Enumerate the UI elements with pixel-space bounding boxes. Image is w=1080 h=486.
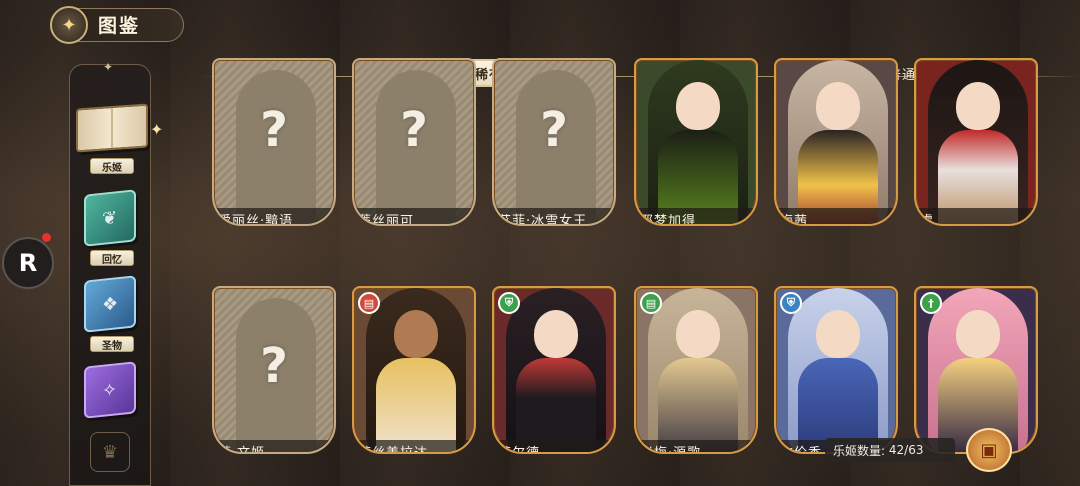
- card-character[interactable]: ▤ 莱丝美拉达: [352, 286, 476, 454]
- card-name: 艾菲·冰雪女王: [494, 208, 614, 224]
- sidebar-item-relics[interactable]: ❖ 圣物: [76, 275, 146, 358]
- card-locked[interactable]: ? 爱丽丝·黯语: [212, 58, 336, 226]
- collection-count-value: 42/63: [888, 443, 924, 457]
- question-mark-icon: ?: [260, 102, 288, 158]
- card-locked[interactable]: ? 蒂丝丽可: [352, 58, 476, 226]
- treasure-chest-icon[interactable]: ▣: [966, 428, 1012, 472]
- collection-count: 乐姬数量: 42/63: [825, 438, 955, 462]
- card-name: 蔻·文姬: [214, 440, 334, 452]
- r-button[interactable]: R: [2, 237, 54, 289]
- crest-icon: ♛: [90, 432, 130, 472]
- open-book-icon: [76, 103, 148, 153]
- question-mark-icon: ?: [400, 102, 428, 158]
- card-character[interactable]: ⛨ 尔伦香: [774, 286, 898, 454]
- sword-badge-icon: †: [920, 292, 942, 314]
- card-name: 莱丝美拉达: [354, 440, 474, 452]
- compass-emblem-icon[interactable]: ✦: [50, 6, 88, 44]
- shield-badge-icon: ⛨: [780, 292, 802, 314]
- card-character[interactable]: †: [914, 286, 1038, 454]
- page-title: 图鉴: [98, 15, 141, 37]
- sidebar-item-label: 乐姬: [90, 158, 134, 174]
- card-name: 爱丽丝·黯语: [214, 208, 334, 224]
- character-portrait: [776, 60, 896, 224]
- sidebar-item-label: 圣物: [90, 336, 134, 352]
- collection-count-label: 乐姬数量:: [833, 443, 886, 458]
- card-name: 蒂丝丽可: [354, 208, 474, 224]
- book-badge-icon: ▤: [640, 292, 662, 314]
- sidebar-item-memories[interactable]: ❦ 回忆: [76, 189, 146, 272]
- character-portrait: [916, 60, 1036, 224]
- sparkle-icon: ✦: [150, 120, 164, 139]
- blue-book-icon: ❖: [84, 275, 136, 333]
- question-mark-icon: ?: [540, 102, 568, 158]
- shield-badge-icon: ⛨: [498, 292, 520, 314]
- sidebar-item-musicians[interactable]: 乐姬 ✦: [76, 100, 163, 180]
- card-locked[interactable]: ? 艾菲·冰雪女王: [492, 58, 616, 226]
- card-name: 耶梦加得: [636, 208, 756, 224]
- card-character[interactable]: 梅茜: [774, 58, 898, 226]
- card-name: 莱尔德: [494, 440, 614, 452]
- card-name: 梅茜: [776, 208, 896, 224]
- card-character[interactable]: 虞: [914, 58, 1038, 226]
- card-name: 米梅·源歌: [636, 440, 756, 452]
- character-portrait: [636, 60, 756, 224]
- teal-book-icon: ❦: [84, 189, 136, 247]
- card-character[interactable]: ⛨ 莱尔德: [492, 286, 616, 454]
- card-name: 虞: [916, 208, 1036, 224]
- star-icon: ✦: [103, 60, 114, 74]
- book-badge-icon: ▤: [358, 292, 380, 314]
- card-character[interactable]: 耶梦加得: [634, 58, 758, 226]
- question-mark-icon: ?: [260, 338, 288, 394]
- r-button-label: R: [18, 249, 38, 277]
- notification-dot: [42, 233, 51, 242]
- card-character[interactable]: ▤ 米梅·源歌: [634, 286, 758, 454]
- card-locked[interactable]: ? 蔻·文姬: [212, 286, 336, 454]
- purple-book-icon: ✧: [84, 361, 136, 419]
- sidebar-item-label: 回忆: [90, 250, 134, 266]
